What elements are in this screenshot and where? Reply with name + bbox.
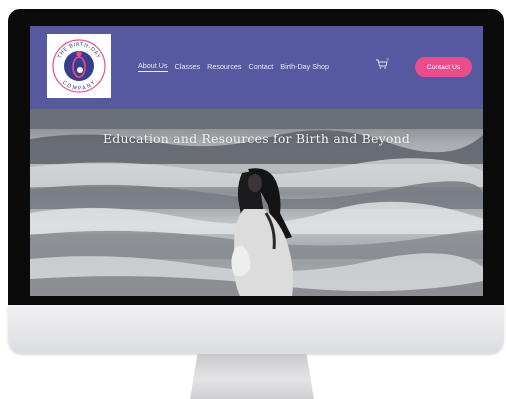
main-nav: About Us Classes Resources Contact Birth… (138, 61, 329, 72)
nav-item-classes[interactable]: Classes (175, 62, 201, 71)
nav-item-about-us[interactable]: About Us (138, 61, 168, 72)
nav-item-resources[interactable]: Resources (207, 62, 241, 71)
cart-button[interactable]: 0 (375, 57, 390, 71)
hero-headline: Education and Resources for Birth and Be… (102, 131, 411, 146)
nav-item-birth-day-shop[interactable]: Birth-Day Shop (280, 62, 329, 71)
logo-bottom-text: COMPANY (61, 80, 96, 92)
monitor-stand (190, 354, 314, 399)
site-header: THE BIRTH-DAY COMPANY About Us Classes R… (30, 26, 483, 109)
shopping-cart-icon: 0 (376, 57, 390, 69)
hero-section: Education and Resources for Birth and Be… (30, 109, 483, 296)
site-logo[interactable]: THE BIRTH-DAY COMPANY (47, 34, 111, 98)
pregnant-figure-logo-icon: THE BIRTH-DAY COMPANY (52, 39, 106, 93)
woman-figure (231, 168, 294, 296)
website-screen: THE BIRTH-DAY COMPANY About Us Classes R… (30, 26, 483, 296)
monitor-chin (8, 305, 504, 354)
desktop-monitor: THE BIRTH-DAY COMPANY About Us Classes R… (8, 9, 504, 354)
cart-count: 0 (387, 57, 390, 61)
svg-text:COMPANY: COMPANY (61, 80, 97, 92)
contact-us-button[interactable]: Contact Us (415, 57, 472, 77)
nav-item-contact[interactable]: Contact (249, 62, 274, 71)
